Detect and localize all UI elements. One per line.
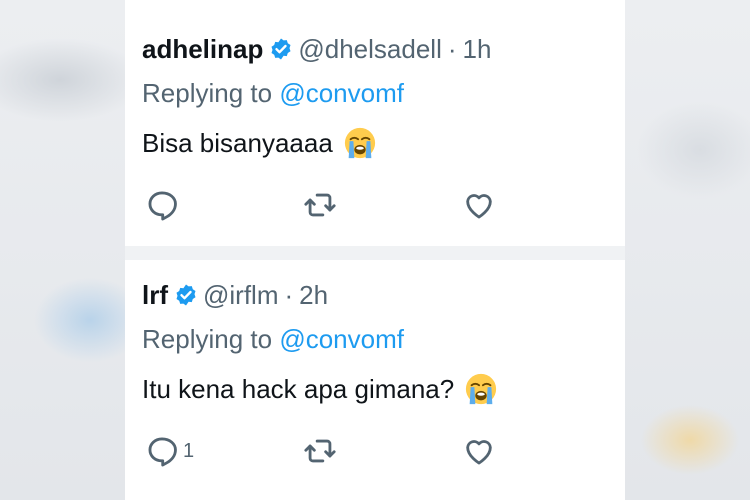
tweet-body: Itu kena hack apa gimana? xyxy=(142,374,455,404)
reply-icon xyxy=(148,191,177,221)
replying-to-label: Replying to xyxy=(142,324,273,354)
author-handle[interactable]: @irflm xyxy=(203,280,279,311)
reply-count: 1 xyxy=(183,439,195,462)
tweet-text: Itu kena hack apa gimana? xyxy=(142,372,615,406)
tweet-timestamp[interactable]: 2h xyxy=(299,280,328,311)
replying-to-mention[interactable]: @convomf xyxy=(279,324,404,354)
replying-to-line: Replying to @convomf xyxy=(142,322,615,356)
tweet-actions xyxy=(142,185,502,225)
tweet-timestamp[interactable]: 1h xyxy=(463,34,492,65)
tweet-actions: 1 xyxy=(142,431,502,471)
author-name[interactable]: adhelinap xyxy=(142,34,263,65)
retweet-icon xyxy=(304,439,336,463)
verified-badge-icon xyxy=(174,283,198,307)
heart-icon xyxy=(466,194,492,219)
separator-dot: · xyxy=(284,279,294,310)
loudly-crying-face-emoji-icon xyxy=(464,372,498,406)
retweet-button[interactable] xyxy=(303,185,337,225)
tweet-text: Bisa bisanyaaaa xyxy=(142,126,615,160)
author-name[interactable]: lrf xyxy=(142,280,168,311)
tweet-body: Bisa bisanyaaaa xyxy=(142,128,333,158)
loudly-crying-face-emoji-icon xyxy=(343,126,377,160)
heart-icon xyxy=(466,440,492,465)
reply-icon xyxy=(148,437,177,467)
replies-card: adhelinap @dhelsadell · 1h Replying to @… xyxy=(125,0,625,500)
tweet-header: lrf @irflm · 2h xyxy=(142,276,615,314)
retweet-button[interactable] xyxy=(303,431,337,471)
tweet-header: adhelinap @dhelsadell · 1h xyxy=(142,30,615,68)
replying-to-mention[interactable]: @convomf xyxy=(279,78,404,108)
replying-to-label: Replying to xyxy=(142,78,273,108)
retweet-icon xyxy=(304,193,336,217)
like-button[interactable] xyxy=(462,431,496,471)
reply-button[interactable] xyxy=(145,185,183,225)
like-button[interactable] xyxy=(462,185,496,225)
verified-badge-icon xyxy=(269,37,293,61)
reply-tweet[interactable]: lrf @irflm · 2h Replying to @convomf Itu… xyxy=(142,276,615,467)
replying-to-line: Replying to @convomf xyxy=(142,76,615,110)
tweet-divider xyxy=(125,246,625,260)
reply-button[interactable]: 1 xyxy=(145,431,194,471)
separator-dot: · xyxy=(447,33,457,64)
reply-tweet[interactable]: adhelinap @dhelsadell · 1h Replying to @… xyxy=(142,30,615,221)
author-handle[interactable]: @dhelsadell xyxy=(298,34,441,65)
